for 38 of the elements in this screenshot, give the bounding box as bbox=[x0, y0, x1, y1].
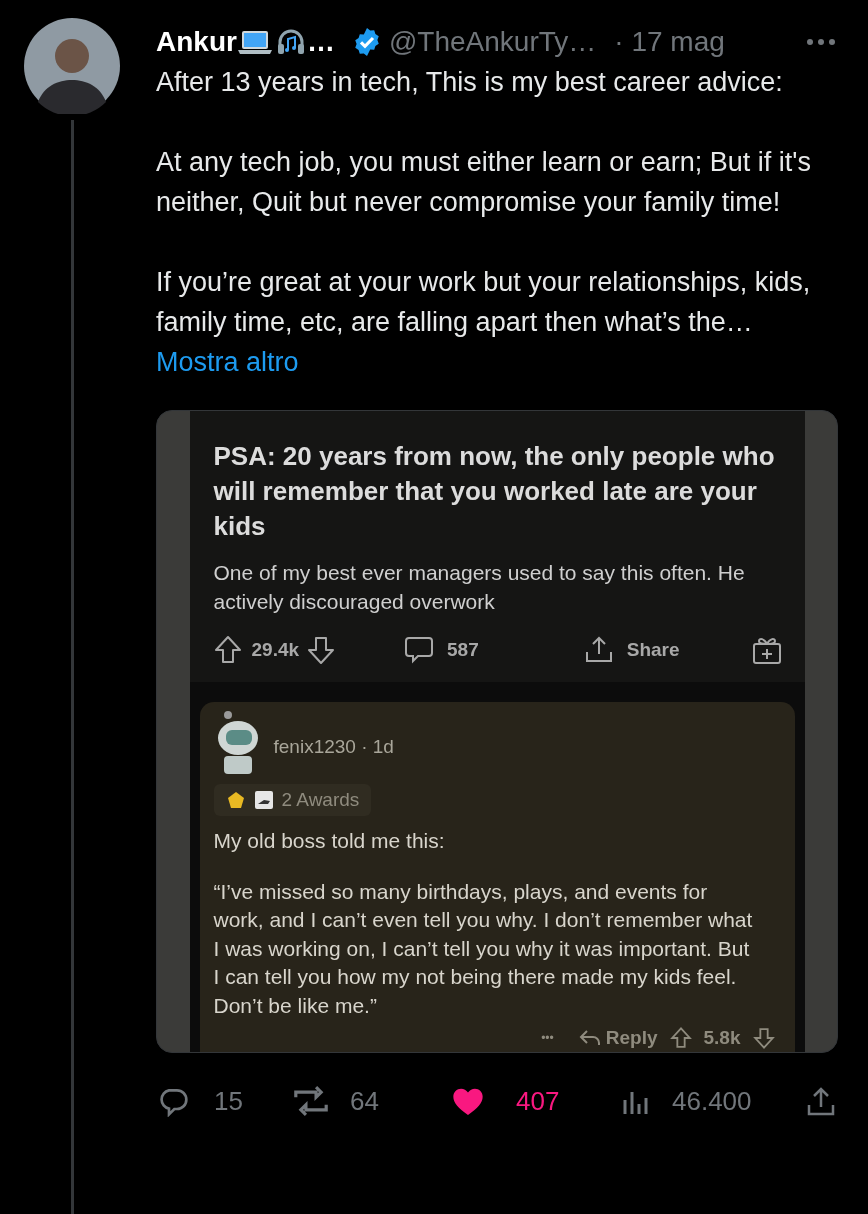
comment-text: My old boss told me this: bbox=[213, 828, 446, 854]
comment-icon[interactable] bbox=[403, 634, 436, 666]
post-comment-count: 587 bbox=[447, 637, 479, 662]
tweet-time[interactable]: · 17 mag bbox=[614, 24, 725, 60]
author-handle[interactable]: @TheAnkurTy… bbox=[388, 24, 597, 60]
post-vote-count: 29.4k bbox=[251, 637, 300, 662]
more-options-icon[interactable] bbox=[806, 38, 836, 46]
post-body: One of my best ever managers used to say this often. He actively discouraged overwork bbox=[213, 560, 746, 615]
heart-icon[interactable] bbox=[452, 1086, 484, 1116]
like-count: 407 bbox=[516, 1084, 561, 1118]
author-name-ellipsis: … bbox=[306, 25, 335, 59]
tweet-text: At any tech job, you must either learn or earn; But if it's neither, Quit but never compromise your family time! bbox=[156, 146, 812, 219]
reply-button[interactable]: Reply bbox=[577, 1024, 658, 1052]
downvote-icon[interactable] bbox=[307, 635, 336, 665]
reply-count: 15 bbox=[214, 1084, 244, 1118]
upvote-icon[interactable] bbox=[213, 635, 242, 665]
tweet-text: If you’re great at your work but your relationships, kids, family time, etc, are falling apart then what’s the… Mostra altro bbox=[156, 266, 812, 379]
show-more-link[interactable]: Mostra altro bbox=[156, 347, 299, 377]
view-count: 46.400 bbox=[672, 1084, 752, 1118]
upvote-icon[interactable] bbox=[669, 1027, 692, 1050]
award-icon bbox=[253, 790, 274, 810]
embedded-image[interactable] bbox=[156, 410, 838, 1053]
author-name[interactable]: Ankur bbox=[156, 24, 237, 60]
awards-count: 2 Awards bbox=[281, 787, 360, 812]
post-title: PSA: 20 years from now, the only people who will remember that you worked late are your kids bbox=[213, 440, 776, 543]
comment-author: fenix1230 · 1d bbox=[273, 734, 394, 759]
share-icon[interactable] bbox=[806, 1085, 836, 1117]
award-icon bbox=[225, 790, 246, 810]
comment-text: “I’ve missed so many birthdays, plays, and events for work, and I can’t even tell you why. I don’t remember what I was working on, I can’t tell you why it was important. But I can tell you how my not being there made my kids feel. Don’t be like me.” bbox=[213, 878, 754, 1019]
laptop-icon bbox=[236, 28, 273, 56]
tweet-text: After 13 years in tech, This is my best career advice: bbox=[156, 66, 784, 99]
avatar[interactable] bbox=[24, 18, 120, 114]
downvote-icon[interactable] bbox=[752, 1027, 775, 1050]
repost-count: 64 bbox=[350, 1084, 380, 1118]
repost-icon[interactable] bbox=[292, 1085, 330, 1117]
comment-vote-count: 5.8k bbox=[703, 1026, 741, 1050]
share-button[interactable]: Share bbox=[582, 634, 680, 666]
comment-more[interactable]: ••• bbox=[541, 1029, 554, 1048]
